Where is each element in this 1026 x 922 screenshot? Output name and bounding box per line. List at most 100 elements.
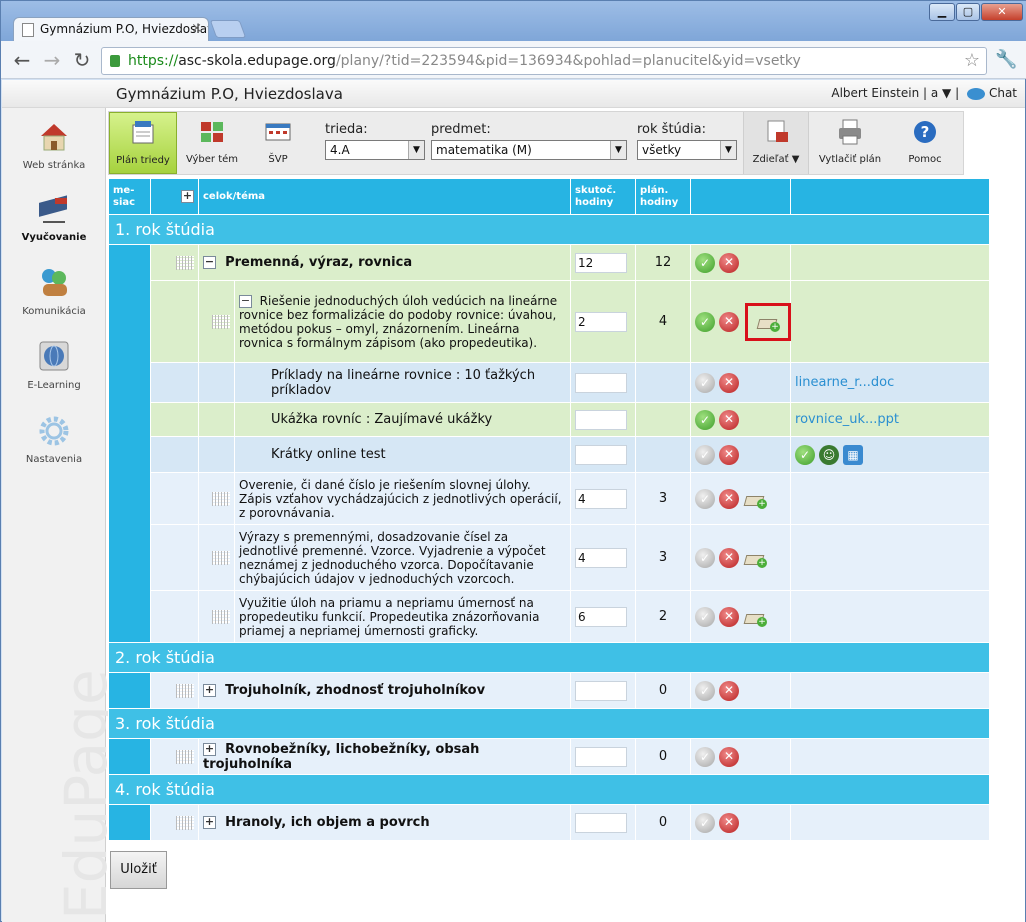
vyber-tem-button[interactable]: Výber tém: [179, 112, 245, 174]
user-menu[interactable]: Albert Einstein | a ▼ | Chat: [831, 86, 1017, 100]
sidebar-item-nastavenia[interactable]: Nastavenia: [2, 414, 106, 465]
plus-icon[interactable]: +: [203, 684, 216, 697]
sidebar-item-elearning[interactable]: E-Learning: [2, 340, 106, 391]
drag-handle-icon[interactable]: [212, 609, 230, 624]
hours-input[interactable]: 4: [575, 547, 628, 568]
maximize-icon[interactable]: ▢: [956, 3, 980, 21]
new-tab-button[interactable]: [209, 20, 247, 38]
delete-icon[interactable]: ✕: [719, 812, 740, 833]
delete-icon[interactable]: ✕: [719, 444, 740, 465]
address-bar[interactable]: https://asc-skola.edupage.org/plany/?tid…: [101, 47, 987, 75]
expand-all[interactable]: +: [150, 178, 199, 215]
svp-button[interactable]: ŠVP: [249, 112, 307, 174]
table-row[interactable]: Overenie, či dané číslo je riešením slov…: [109, 472, 991, 525]
hours-input[interactable]: [575, 444, 628, 465]
close-window-icon[interactable]: ✕: [981, 3, 1023, 21]
chat-link[interactable]: Chat: [989, 86, 1017, 100]
back-icon[interactable]: ←: [9, 47, 35, 73]
plan-triedy-button[interactable]: Plán triedy: [109, 112, 177, 174]
hours-input[interactable]: [575, 812, 628, 833]
drag-handle-icon[interactable]: [176, 749, 194, 764]
check-icon[interactable]: ✓: [695, 547, 716, 568]
add-attachment-icon[interactable]: +: [743, 607, 768, 627]
add-attachment-icon[interactable]: +: [743, 489, 768, 509]
drag-handle-icon[interactable]: [176, 815, 194, 830]
check-icon[interactable]: ✓: [695, 488, 716, 509]
table-row[interactable]: Využitie úloh na priamu a nepriamu úmern…: [109, 590, 991, 643]
check-icon[interactable]: ✓: [695, 372, 716, 393]
minus-icon[interactable]: −: [239, 294, 252, 308]
delete-icon[interactable]: ✕: [719, 252, 740, 273]
test-check-icon[interactable]: ✓: [795, 444, 816, 465]
hours-input[interactable]: [575, 680, 628, 701]
check-icon[interactable]: ✓: [695, 252, 716, 273]
trieda-select[interactable]: 4.A ▼: [325, 140, 425, 160]
hours-input[interactable]: [575, 372, 628, 393]
person-icon[interactable]: ☺: [819, 444, 840, 465]
sidebar-item-komunikacia[interactable]: Komunikácia: [2, 266, 106, 317]
browser-tab[interactable]: Gymnázium P.O, Hviezdoslava ×: [13, 17, 209, 41]
plus-icon[interactable]: +: [181, 189, 194, 203]
delete-icon[interactable]: ✕: [719, 606, 740, 627]
table-row[interactable]: + Hranoly, ich objem a povrch 0 ✓ ✕: [108, 804, 991, 841]
table-row[interactable]: − Premenná, výraz, rovnica 12 12 ✓ ✕: [108, 244, 991, 643]
drag-handle-icon[interactable]: [212, 491, 230, 506]
plus-icon[interactable]: +: [203, 742, 216, 756]
delete-icon[interactable]: ✕: [719, 488, 740, 509]
table-row[interactable]: − Riešenie jednoduchých úloh vedúcich na…: [109, 280, 991, 363]
forward-icon[interactable]: →: [39, 47, 65, 73]
add-attachment-icon[interactable]: +: [743, 548, 768, 568]
close-tab-icon[interactable]: ×: [191, 21, 202, 36]
sidebar-item-web[interactable]: Web stránka: [2, 120, 106, 171]
drag-handle-icon[interactable]: [212, 314, 230, 329]
calendar-icon[interactable]: ▦: [843, 444, 864, 465]
hours-input[interactable]: 2: [575, 311, 628, 332]
file-link[interactable]: linearne_r...doc: [795, 375, 894, 390]
delete-icon[interactable]: ✕: [719, 746, 740, 767]
delete-icon[interactable]: ✕: [719, 372, 740, 393]
file-link[interactable]: rovnice_uk...ppt: [795, 412, 899, 427]
hours-input[interactable]: 4: [575, 488, 628, 509]
check-icon[interactable]: ✓: [695, 409, 716, 430]
check-icon[interactable]: ✓: [695, 444, 716, 465]
minimize-icon[interactable]: ▁: [929, 3, 955, 21]
minus-icon[interactable]: −: [203, 256, 216, 269]
pomoc-button[interactable]: ? Pomoc: [893, 112, 957, 174]
wrench-icon[interactable]: 🔧: [995, 49, 1017, 70]
delete-icon[interactable]: ✕: [719, 409, 740, 430]
drag-handle-icon[interactable]: [176, 255, 194, 270]
hours-input[interactable]: [575, 746, 628, 767]
check-icon[interactable]: ✓: [695, 606, 716, 627]
reload-icon[interactable]: ↻: [69, 47, 95, 73]
rok-select[interactable]: všetky ▼: [637, 140, 737, 160]
chat-icon[interactable]: [966, 87, 985, 100]
user-dropdown[interactable]: | a ▼ |: [923, 86, 959, 100]
table-row[interactable]: Krátky online test ✓ ✕ ✓ ☺ ▦: [109, 436, 991, 473]
plus-icon[interactable]: +: [203, 816, 216, 829]
delete-icon[interactable]: ✕: [719, 680, 740, 701]
predmet-select[interactable]: matematika (M) ▼: [431, 140, 627, 160]
check-icon[interactable]: ✓: [695, 311, 716, 332]
check-icon[interactable]: ✓: [695, 812, 716, 833]
sidebar-item-vyucovanie[interactable]: Vyučovanie: [2, 192, 106, 243]
user-name[interactable]: Albert Einstein: [831, 86, 919, 100]
save-button[interactable]: Uložiť: [110, 851, 167, 889]
vytlacit-button[interactable]: Vytlačiť plán: [811, 112, 889, 174]
zdielat-button[interactable]: Zdieľať ▼: [743, 112, 809, 174]
table-row[interactable]: Výrazy s premennými, dosadzovanie čísel …: [109, 524, 991, 591]
table-row[interactable]: Príklady na lineárne rovnice : 10 ťažkýc…: [109, 362, 991, 403]
hours-input[interactable]: 6: [575, 606, 628, 627]
table-row[interactable]: + Trojuholník, zhodnosť trojuholníkov 0 …: [108, 672, 991, 709]
add-attachment-icon[interactable]: +: [756, 312, 781, 332]
hours-input[interactable]: [575, 409, 628, 430]
delete-icon[interactable]: ✕: [719, 311, 740, 332]
check-icon[interactable]: ✓: [695, 746, 716, 767]
drag-handle-icon[interactable]: [212, 550, 230, 565]
bookmark-star-icon[interactable]: ☆: [964, 50, 980, 71]
drag-handle-icon[interactable]: [176, 683, 194, 698]
delete-icon[interactable]: ✕: [719, 547, 740, 568]
check-icon[interactable]: ✓: [695, 680, 716, 701]
hours-input[interactable]: 12: [575, 252, 628, 273]
table-row[interactable]: + Rovnobežníky, lichobežníky, obsah troj…: [108, 738, 991, 775]
table-row[interactable]: Ukážka rovníc : Zaujímavé ukážky ✓ ✕ rovn…: [109, 402, 991, 437]
